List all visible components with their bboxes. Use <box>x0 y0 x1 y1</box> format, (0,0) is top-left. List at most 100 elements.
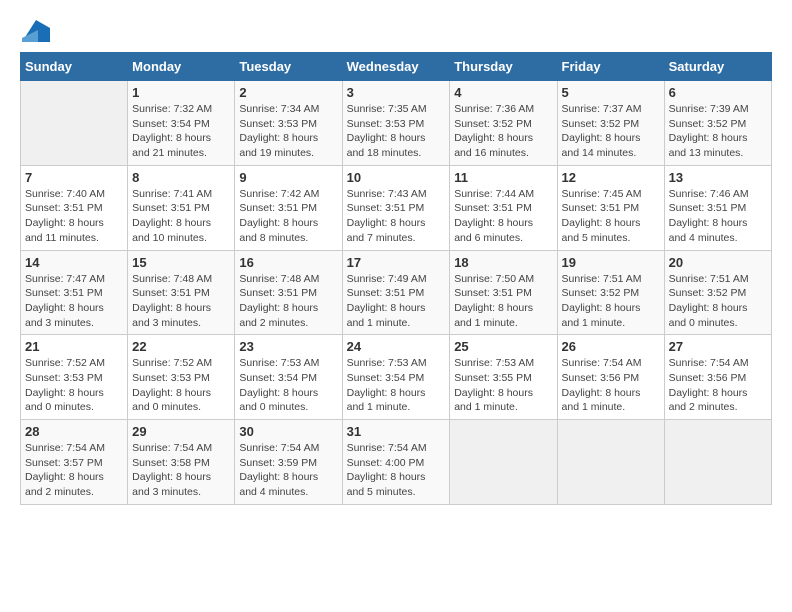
day-info: Sunrise: 7:54 AM Sunset: 3:58 PM Dayligh… <box>132 441 230 500</box>
day-number: 19 <box>562 255 660 270</box>
calendar-cell: 8 Sunrise: 7:41 AM Sunset: 3:51 PM Daylig… <box>128 165 235 250</box>
day-number: 25 <box>454 339 552 354</box>
day-number: 30 <box>239 424 337 439</box>
day-info: Sunrise: 7:52 AM Sunset: 3:53 PM Dayligh… <box>25 356 123 415</box>
calendar-cell: 12Sunrise: 7:45 AM Sunset: 3:51 PM Dayli… <box>557 165 664 250</box>
calendar-cell: 19 Sunrise: 7:51 AM Sunset: 3:52 PM Dayli… <box>557 250 664 335</box>
day-info: Sunrise: 7:44 AM Sunset: 3:51 PM Dayligh… <box>454 187 552 246</box>
day-info: Sunrise: 7:54 AM Sunset: 3:56 PM Dayligh… <box>562 356 660 415</box>
column-header-saturday: Saturday <box>664 53 771 81</box>
calendar-table: SundayMondayTuesdayWednesdayThursdayFrid… <box>20 52 772 505</box>
day-number: 31 <box>347 424 446 439</box>
day-number: 1 <box>132 85 230 100</box>
column-header-sunday: Sunday <box>21 53 128 81</box>
calendar-cell: 15 Sunrise: 7:48 AM Sunset: 3:51 PM Dayli… <box>128 250 235 335</box>
column-header-monday: Monday <box>128 53 235 81</box>
logo <box>20 20 50 42</box>
day-info: Sunrise: 7:49 AM Sunset: 3:51 PM Dayligh… <box>347 272 446 331</box>
day-info: Sunrise: 7:41 AM Sunset: 3:51 PM Dayligh… <box>132 187 230 246</box>
calendar-cell: 23Sunrise: 7:53 AM Sunset: 3:54 PM Dayli… <box>235 335 342 420</box>
calendar-cell: 14 Sunrise: 7:47 AM Sunset: 3:51 PM Dayli… <box>21 250 128 335</box>
day-number: 11 <box>454 170 552 185</box>
day-info: Sunrise: 7:36 AM Sunset: 3:52 PM Dayligh… <box>454 102 552 161</box>
day-info: Sunrise: 7:51 AM Sunset: 3:52 PM Dayligh… <box>669 272 767 331</box>
day-number: 7 <box>25 170 123 185</box>
calendar-cell: 29 Sunrise: 7:54 AM Sunset: 3:58 PM Dayli… <box>128 420 235 505</box>
day-number: 16 <box>239 255 337 270</box>
calendar-cell: 10Sunrise: 7:43 AM Sunset: 3:51 PM Dayli… <box>342 165 450 250</box>
day-number: 28 <box>25 424 123 439</box>
calendar-week-3: 14 Sunrise: 7:47 AM Sunset: 3:51 PM Dayli… <box>21 250 772 335</box>
day-info: Sunrise: 7:43 AM Sunset: 3:51 PM Dayligh… <box>347 187 446 246</box>
day-number: 29 <box>132 424 230 439</box>
calendar-cell: 6 Sunrise: 7:39 AM Sunset: 3:52 PM Daylig… <box>664 81 771 166</box>
column-header-tuesday: Tuesday <box>235 53 342 81</box>
day-info: Sunrise: 7:53 AM Sunset: 3:54 PM Dayligh… <box>347 356 446 415</box>
calendar-cell: 1 Sunrise: 7:32 AM Sunset: 3:54 PM Daylig… <box>128 81 235 166</box>
calendar-cell: 27 Sunrise: 7:54 AM Sunset: 3:56 PM Dayli… <box>664 335 771 420</box>
day-info: Sunrise: 7:32 AM Sunset: 3:54 PM Dayligh… <box>132 102 230 161</box>
page-header <box>20 20 772 42</box>
day-info: Sunrise: 7:47 AM Sunset: 3:51 PM Dayligh… <box>25 272 123 331</box>
calendar-cell <box>557 420 664 505</box>
day-info: Sunrise: 7:51 AM Sunset: 3:52 PM Dayligh… <box>562 272 660 331</box>
calendar-cell: 31 Sunrise: 7:54 AM Sunset: 4:00 PM Dayli… <box>342 420 450 505</box>
calendar-cell: 28 Sunrise: 7:54 AM Sunset: 3:57 PM Dayli… <box>21 420 128 505</box>
calendar-cell: 20 Sunrise: 7:51 AM Sunset: 3:52 PM Dayli… <box>664 250 771 335</box>
calendar-cell: 4 Sunrise: 7:36 AM Sunset: 3:52 PM Daylig… <box>450 81 557 166</box>
calendar-cell: 25Sunrise: 7:53 AM Sunset: 3:55 PM Dayli… <box>450 335 557 420</box>
calendar-cell: 21 Sunrise: 7:52 AM Sunset: 3:53 PM Dayli… <box>21 335 128 420</box>
logo-icon <box>22 20 50 42</box>
day-info: Sunrise: 7:54 AM Sunset: 3:59 PM Dayligh… <box>239 441 337 500</box>
day-info: Sunrise: 7:48 AM Sunset: 3:51 PM Dayligh… <box>239 272 337 331</box>
day-number: 9 <box>239 170 337 185</box>
day-info: Sunrise: 7:54 AM Sunset: 3:56 PM Dayligh… <box>669 356 767 415</box>
day-info: Sunrise: 7:40 AM Sunset: 3:51 PM Dayligh… <box>25 187 123 246</box>
calendar-cell: 18 Sunrise: 7:50 AM Sunset: 3:51 PM Dayli… <box>450 250 557 335</box>
day-number: 24 <box>347 339 446 354</box>
column-header-thursday: Thursday <box>450 53 557 81</box>
calendar-week-2: 7 Sunrise: 7:40 AM Sunset: 3:51 PM Daylig… <box>21 165 772 250</box>
day-info: Sunrise: 7:37 AM Sunset: 3:52 PM Dayligh… <box>562 102 660 161</box>
calendar-cell: 11 Sunrise: 7:44 AM Sunset: 3:51 PM Dayli… <box>450 165 557 250</box>
day-number: 6 <box>669 85 767 100</box>
column-header-wednesday: Wednesday <box>342 53 450 81</box>
day-number: 4 <box>454 85 552 100</box>
calendar-cell: 26Sunrise: 7:54 AM Sunset: 3:56 PM Dayli… <box>557 335 664 420</box>
day-number: 2 <box>239 85 337 100</box>
day-number: 15 <box>132 255 230 270</box>
calendar-cell: 13 Sunrise: 7:46 AM Sunset: 3:51 PM Dayli… <box>664 165 771 250</box>
calendar-cell: 3Sunrise: 7:35 AM Sunset: 3:53 PM Daylig… <box>342 81 450 166</box>
calendar-cell: 22Sunrise: 7:52 AM Sunset: 3:53 PM Dayli… <box>128 335 235 420</box>
day-number: 8 <box>132 170 230 185</box>
column-header-friday: Friday <box>557 53 664 81</box>
calendar-cell: 7 Sunrise: 7:40 AM Sunset: 3:51 PM Daylig… <box>21 165 128 250</box>
day-number: 27 <box>669 339 767 354</box>
calendar-cell: 9Sunrise: 7:42 AM Sunset: 3:51 PM Daylig… <box>235 165 342 250</box>
day-number: 18 <box>454 255 552 270</box>
day-info: Sunrise: 7:35 AM Sunset: 3:53 PM Dayligh… <box>347 102 446 161</box>
calendar-cell <box>450 420 557 505</box>
day-info: Sunrise: 7:48 AM Sunset: 3:51 PM Dayligh… <box>132 272 230 331</box>
day-number: 17 <box>347 255 446 270</box>
calendar-week-1: 1 Sunrise: 7:32 AM Sunset: 3:54 PM Daylig… <box>21 81 772 166</box>
day-info: Sunrise: 7:50 AM Sunset: 3:51 PM Dayligh… <box>454 272 552 331</box>
day-number: 14 <box>25 255 123 270</box>
day-number: 21 <box>25 339 123 354</box>
day-number: 22 <box>132 339 230 354</box>
day-info: Sunrise: 7:34 AM Sunset: 3:53 PM Dayligh… <box>239 102 337 161</box>
day-info: Sunrise: 7:54 AM Sunset: 3:57 PM Dayligh… <box>25 441 123 500</box>
day-number: 13 <box>669 170 767 185</box>
day-info: Sunrise: 7:54 AM Sunset: 4:00 PM Dayligh… <box>347 441 446 500</box>
day-info: Sunrise: 7:46 AM Sunset: 3:51 PM Dayligh… <box>669 187 767 246</box>
calendar-cell <box>21 81 128 166</box>
calendar-cell: 5Sunrise: 7:37 AM Sunset: 3:52 PM Daylig… <box>557 81 664 166</box>
day-info: Sunrise: 7:39 AM Sunset: 3:52 PM Dayligh… <box>669 102 767 161</box>
calendar-cell <box>664 420 771 505</box>
calendar-week-5: 28 Sunrise: 7:54 AM Sunset: 3:57 PM Dayli… <box>21 420 772 505</box>
calendar-body: 1 Sunrise: 7:32 AM Sunset: 3:54 PM Daylig… <box>21 81 772 505</box>
day-number: 20 <box>669 255 767 270</box>
calendar-cell: 24 Sunrise: 7:53 AM Sunset: 3:54 PM Dayli… <box>342 335 450 420</box>
calendar-cell: 30 Sunrise: 7:54 AM Sunset: 3:59 PM Dayli… <box>235 420 342 505</box>
calendar-cell: 2 Sunrise: 7:34 AM Sunset: 3:53 PM Daylig… <box>235 81 342 166</box>
